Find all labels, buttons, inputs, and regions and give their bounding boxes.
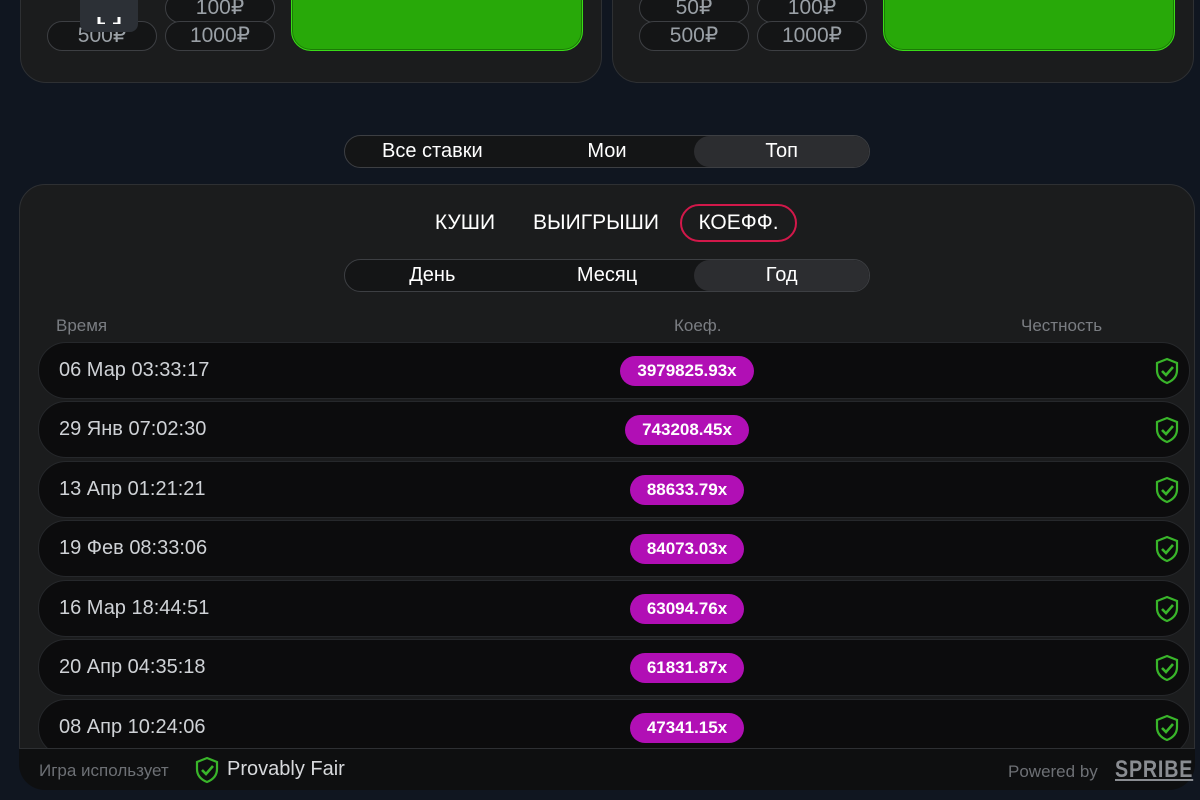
spribe-logo[interactable]: SPRIBE	[1115, 756, 1193, 784]
chip-100[interactable]: 100₽	[165, 0, 275, 23]
table-row: 29 Янв 07:02:30 743208.45x	[38, 401, 1190, 458]
table-row: 06 Мар 03:33:17 3979825.93x	[38, 342, 1190, 399]
row-time: 08 Апр 10:24:06	[59, 716, 206, 738]
uses-label: Игра использует	[39, 761, 169, 780]
shield-check-icon[interactable]	[1154, 595, 1180, 623]
coef-badge: 84073.03x	[629, 534, 745, 564]
tab-coefficients[interactable]: КОЕФФ.	[680, 204, 797, 242]
bet-button-right[interactable]	[883, 0, 1175, 51]
tab-top[interactable]: Топ	[694, 136, 869, 167]
powered-by-label: Powered by	[1008, 762, 1098, 781]
tab-wins[interactable]: ВЫИГРЫШИ	[523, 204, 669, 242]
tab-year[interactable]: Год	[694, 260, 869, 291]
tab-day[interactable]: День	[345, 260, 520, 291]
row-time: 06 Мар 03:33:17	[59, 359, 210, 381]
row-time: 29 Янв 07:02:30	[59, 418, 207, 440]
coef-badge: 61831.87x	[629, 653, 745, 683]
tab-month[interactable]: Месяц	[520, 260, 695, 291]
shield-check-icon[interactable]	[1154, 416, 1180, 444]
tab-all-bets[interactable]: Все ставки	[345, 136, 520, 167]
shield-check-icon[interactable]	[1154, 476, 1180, 504]
shield-check-icon[interactable]	[1154, 357, 1180, 385]
row-time: 19 Фев 08:33:06	[59, 537, 208, 559]
fullscreen-icon[interactable]	[80, 0, 138, 32]
column-header-coef: Коеф.	[674, 316, 722, 335]
coef-badge: 88633.79x	[629, 475, 745, 505]
row-time: 16 Мар 18:44:51	[59, 597, 210, 619]
table-row: 16 Мар 18:44:51 63094.76x	[38, 580, 1190, 637]
bet-button-left[interactable]	[291, 0, 583, 51]
table-row: 13 Апр 01:21:21 88633.79x	[38, 461, 1190, 518]
coef-badge: 3979825.93x	[620, 356, 754, 386]
tab-jackpots[interactable]: КУШИ	[426, 204, 504, 242]
chip-500[interactable]: 500₽	[639, 21, 749, 51]
coef-badge: 743208.45x	[625, 415, 749, 445]
footer: Игра использует Provably Fair Powered by…	[19, 748, 1195, 790]
coef-badge: 63094.76x	[629, 594, 745, 624]
column-header-fairness: Честность	[1021, 316, 1103, 335]
bet-panel-right: 50₽ 100₽ 500₽ 1000₽	[612, 0, 1194, 83]
shield-check-icon[interactable]	[1154, 535, 1180, 563]
column-header-time: Время	[56, 316, 108, 335]
chip-100[interactable]: 100₽	[757, 0, 867, 23]
chip-1000[interactable]: 1000₽	[757, 21, 867, 51]
shield-check-icon[interactable]	[1154, 714, 1180, 742]
bets-tabs: Все ставки Мои Топ	[344, 135, 870, 168]
shield-check-icon	[195, 756, 219, 784]
row-time: 13 Апр 01:21:21	[59, 478, 206, 500]
chip-1000[interactable]: 1000₽	[165, 21, 275, 51]
row-time: 20 Апр 04:35:18	[59, 656, 206, 678]
chip-50[interactable]: 50₽	[639, 0, 749, 23]
table-row: 20 Апр 04:35:18 61831.87x	[38, 639, 1190, 696]
tab-my-bets[interactable]: Мои	[520, 136, 695, 167]
coef-badge: 47341.15x	[629, 713, 745, 743]
period-tabs: День Месяц Год	[344, 259, 870, 292]
shield-check-icon[interactable]	[1154, 654, 1180, 682]
table-row: 19 Фев 08:33:06 84073.03x	[38, 520, 1190, 577]
provably-fair-link[interactable]: Provably Fair	[227, 758, 345, 781]
